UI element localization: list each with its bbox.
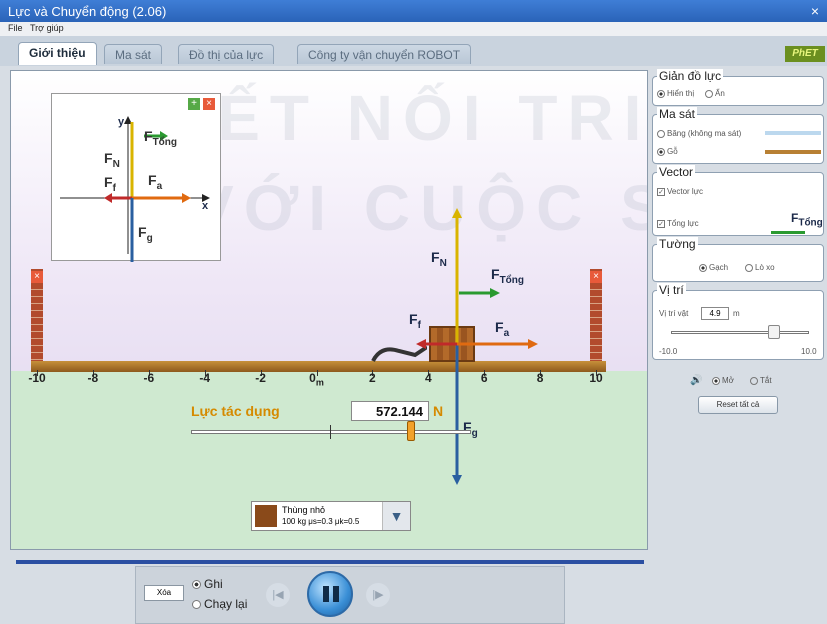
object-props: 100 kg μs=0.3 μk=0.5 <box>282 517 360 526</box>
chevron-down-icon[interactable]: ▼ <box>382 502 410 530</box>
tab-bar: Giới thiệu Ma sát Đồ thị của lực Công ty… <box>0 36 827 66</box>
radio-wall-brick[interactable]: Gạch <box>699 263 728 272</box>
position-unit: m <box>733 309 740 318</box>
scene-ff-label: Ff <box>409 311 421 331</box>
playback-progress[interactable] <box>16 560 644 564</box>
pause-button[interactable] <box>307 571 353 617</box>
window-title: Lực và Chuyển động (2.06) <box>8 4 167 19</box>
applied-force-slider-zero <box>330 425 331 439</box>
checkbox-force-vectors[interactable]: ✓ Vector lực <box>657 187 703 196</box>
checkbox-sum-force[interactable]: ✓ Tổng lực <box>657 219 699 228</box>
applied-force-unit: N <box>433 403 444 419</box>
radio-wall-spring[interactable]: Lò xo <box>745 263 775 272</box>
ice-swatch <box>765 131 821 135</box>
scene-fn-label: FN <box>431 249 447 269</box>
scene-fg-label: Fg <box>463 419 478 439</box>
position-min: -10.0 <box>659 347 678 356</box>
scene-ftotal-label: FTổng <box>491 266 524 286</box>
radio-friction-wood[interactable]: Gỗ <box>657 147 678 156</box>
group-friction: Ma sát Băng (không ma sát) Gỗ <box>652 107 824 164</box>
force-vectors <box>416 208 538 485</box>
scene-fa-label: Fa <box>495 319 510 339</box>
close-icon[interactable]: × <box>811 3 819 19</box>
group-force-diagram: Giản đồ lực Hiển thị Ẩn <box>652 69 824 106</box>
menu-bar: File Trợ giúp <box>0 22 827 36</box>
menu-file[interactable]: File <box>8 23 23 33</box>
tab-robot-moving[interactable]: Công ty vận chuyển ROBOT <box>297 44 472 64</box>
applied-force-slider-thumb[interactable] <box>407 421 415 441</box>
rewind-icon[interactable]: |◀ <box>266 583 290 607</box>
reset-all-button[interactable]: Reset tất cả <box>698 396 778 414</box>
play-area: KẾT NỐI TRI THỨC VỚI CUỘC SỐNG y x FN FT… <box>10 70 648 550</box>
group-wall: Tường Gạch Lò xo <box>652 237 824 282</box>
phet-logo: PhET <box>785 46 825 62</box>
group-vector: Vector ✓ Vector lực ✓ Tổng lực FTổng <box>652 165 824 236</box>
playback-controls: Xóa Ghi Chạy lại |◀ |▶ <box>135 566 565 624</box>
object-name: Thùng nhỏ <box>282 505 326 515</box>
sum-force-legend: FTổng <box>791 211 823 229</box>
wall-title: Tường <box>657 237 698 251</box>
position-slider[interactable] <box>671 331 809 334</box>
radio-sound-off[interactable]: Tắt <box>750 376 772 385</box>
crate-thumbnail-icon <box>255 505 277 527</box>
applied-force-slider[interactable] <box>191 430 471 434</box>
group-position: Vị trí Vị trí vật 4.9 m -10.0 10.0 <box>652 283 824 360</box>
tab-force-graphs[interactable]: Đồ thị của lực <box>178 44 275 64</box>
wood-swatch <box>765 150 821 154</box>
radio-record[interactable]: Ghi <box>192 577 223 591</box>
friction-title: Ma sát <box>657 107 698 121</box>
applied-force-label: Lực tác dụng <box>191 403 280 419</box>
vector-title: Vector <box>657 165 696 179</box>
position-label: Vị trí vật <box>659 309 689 318</box>
radio-diagram-show[interactable]: Hiển thị <box>657 89 694 98</box>
tab-intro[interactable]: Giới thiệu <box>18 42 97 65</box>
speaker-icon: 🔊 <box>690 375 703 386</box>
force-diagram-title: Giản đồ lực <box>657 69 724 83</box>
radio-diagram-hide[interactable]: Ẩn <box>705 89 725 98</box>
control-panel: Giản đồ lực Hiển thị Ẩn Ma sát Băng (khô… <box>652 69 827 420</box>
step-forward-icon[interactable]: |▶ <box>366 583 390 607</box>
position-title: Vị trí <box>657 283 686 297</box>
window-title-bar: Lực và Chuyển động (2.06) × <box>0 0 827 22</box>
position-max: 10.0 <box>801 347 817 356</box>
radio-sound-on[interactable]: Mở <box>712 376 734 385</box>
menu-help[interactable]: Trợ giúp <box>30 23 64 33</box>
applied-force-input[interactable]: 572.144 <box>351 401 429 421</box>
clear-button[interactable]: Xóa <box>144 585 184 601</box>
radio-replay[interactable]: Chạy lại <box>192 597 247 611</box>
object-selector[interactable]: Thùng nhỏ 100 kg μs=0.3 μk=0.5 ▼ <box>251 501 411 531</box>
position-input[interactable]: 4.9 <box>701 307 729 320</box>
position-slider-thumb[interactable] <box>767 325 780 339</box>
tab-friction[interactable]: Ma sát <box>104 44 163 64</box>
radio-friction-ice[interactable]: Băng (không ma sát) <box>657 129 741 138</box>
sum-force-arrow-icon <box>771 231 805 234</box>
